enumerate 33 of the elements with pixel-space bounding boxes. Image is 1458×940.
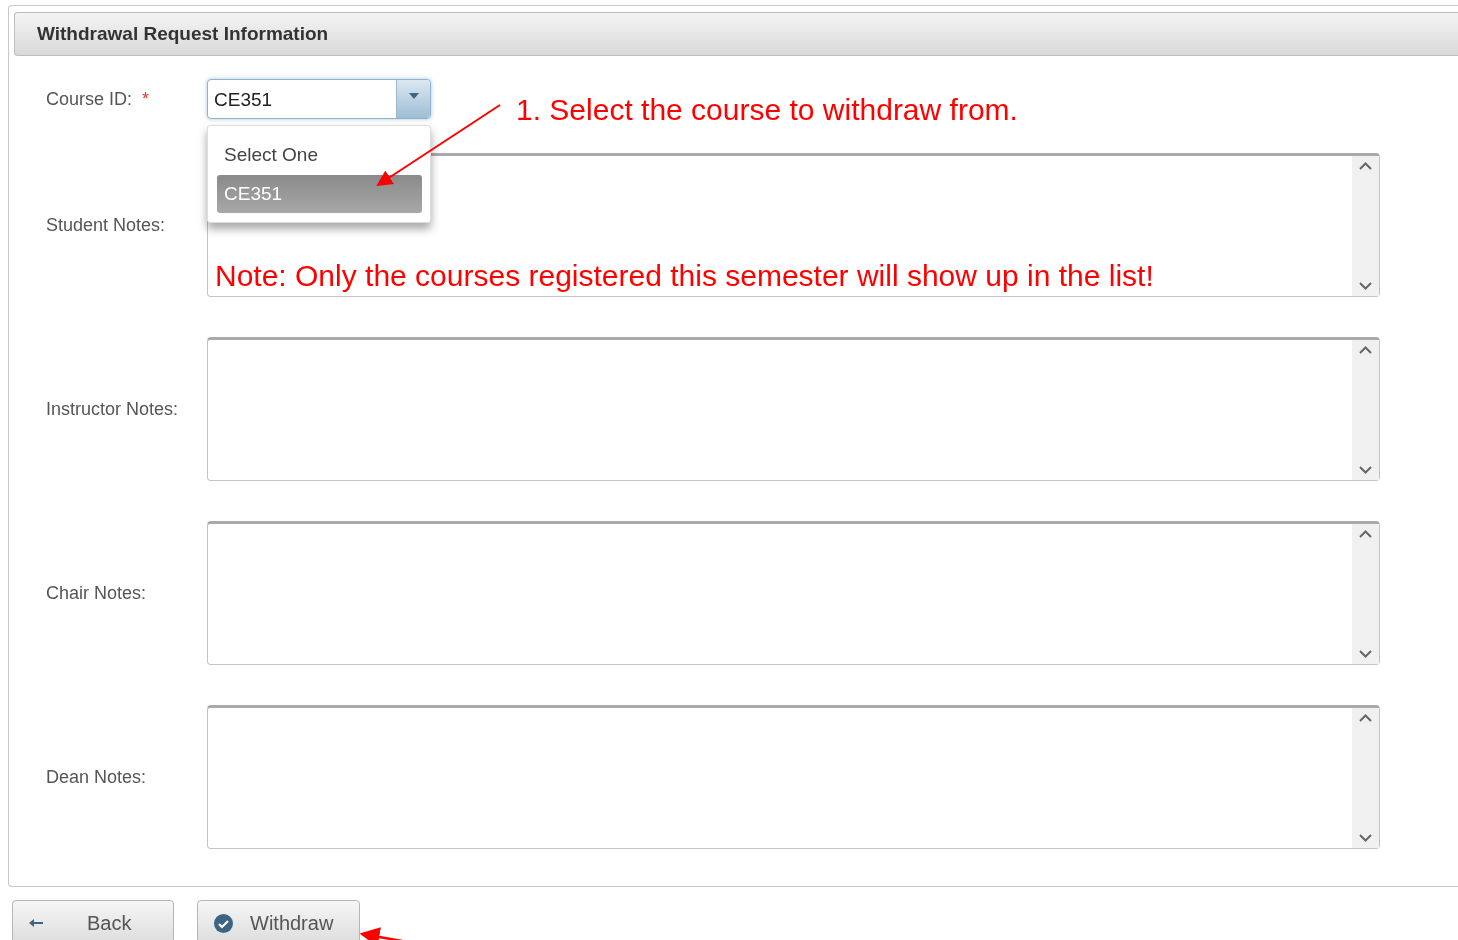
dropdown-option[interactable]: Select One xyxy=(217,136,422,175)
course-select[interactable]: CE351 xyxy=(207,79,431,119)
scrollbar[interactable] xyxy=(1352,340,1379,480)
scrollbar[interactable] xyxy=(1352,524,1379,664)
scroll-down-icon[interactable] xyxy=(1359,282,1372,290)
scrollbar[interactable] xyxy=(1352,156,1379,296)
note-text: Note: Only the courses registered this semester will show up in the list! xyxy=(215,258,1154,294)
scroll-up-icon[interactable] xyxy=(1359,162,1372,170)
field-label: Chair Notes: xyxy=(46,582,147,603)
notes-field[interactable] xyxy=(207,705,1380,849)
notes-field[interactable] xyxy=(207,337,1380,481)
dropdown-button[interactable] xyxy=(396,80,430,118)
check-circle-icon xyxy=(214,913,233,933)
instruction-text: 1. Select the course to withdraw from. xyxy=(516,92,1018,128)
scroll-up-icon[interactable] xyxy=(1359,714,1372,722)
scroll-down-icon[interactable] xyxy=(1359,650,1372,658)
back-button[interactable]: Back xyxy=(12,900,174,940)
scroll-up-icon[interactable] xyxy=(1359,346,1372,354)
notes-field[interactable] xyxy=(207,521,1380,665)
field-label: Instructor Notes: xyxy=(46,398,179,419)
field-label: Course ID: xyxy=(46,88,133,109)
field-label: Dean Notes: xyxy=(46,766,147,787)
field-label: Student Notes: xyxy=(46,214,166,235)
withdraw-button[interactable]: Withdraw xyxy=(197,900,360,940)
panel-title: Withdrawal Request Information xyxy=(37,21,329,46)
arrow xyxy=(359,927,403,940)
caret-icon xyxy=(408,93,419,99)
scroll-up-icon[interactable] xyxy=(1359,530,1372,538)
scroll-down-icon[interactable] xyxy=(1359,834,1372,842)
scroll-down-icon[interactable] xyxy=(1359,466,1372,474)
required-mark: * xyxy=(142,88,150,109)
arrow-left-icon xyxy=(29,919,43,927)
scrollbar[interactable] xyxy=(1352,708,1379,848)
